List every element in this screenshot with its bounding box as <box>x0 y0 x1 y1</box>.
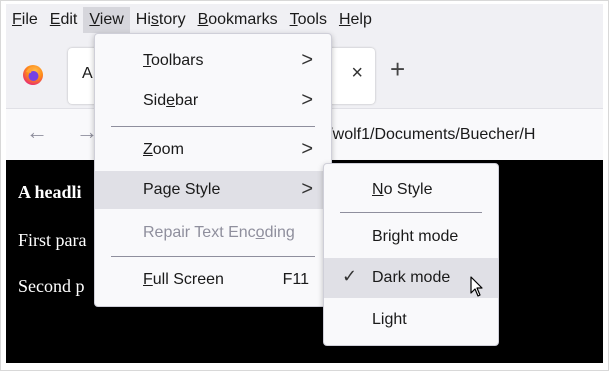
view-menu-dropdown: Toolbars > Sidebar > Zoom > Page Style >… <box>94 33 332 307</box>
menu-separator <box>340 212 482 213</box>
menu-item-no-style[interactable]: No Style <box>324 170 498 210</box>
checkmark-icon: ✓ <box>342 266 358 286</box>
menu-item-toolbars[interactable]: Toolbars > <box>95 42 331 80</box>
menu-file[interactable]: File <box>6 7 44 33</box>
back-arrow-icon[interactable]: ← <box>26 119 48 145</box>
menu-view[interactable]: View <box>83 7 130 33</box>
menu-separator <box>111 126 315 127</box>
menu-bookmarks[interactable]: Bookmarks <box>192 7 284 33</box>
menu-help[interactable]: Help <box>333 7 378 33</box>
chevron-right-icon: > <box>301 89 313 111</box>
menu-separator <box>111 256 315 257</box>
menu-history[interactable]: History <box>130 7 192 33</box>
menu-edit[interactable]: Edit <box>44 7 84 33</box>
chevron-right-icon: > <box>301 138 313 160</box>
menu-tools[interactable]: Tools <box>284 7 333 33</box>
menu-item-page-style[interactable]: Page Style > <box>95 171 331 209</box>
tab-title: A <box>82 65 93 82</box>
menu-bar: File Edit View History Bookmarks Tools H… <box>6 4 603 36</box>
paragraph-second: Second p <box>18 276 85 296</box>
menu-item-repair-text-encoding: Repair Text Encoding <box>143 224 295 241</box>
menu-item-full-screen[interactable]: Full Screen F11 <box>95 261 331 299</box>
menu-item-light[interactable]: Light <box>324 300 498 340</box>
url-bar[interactable]: ers/wolf1/Documents/Buecher/H <box>306 119 603 151</box>
new-tab-plus-icon[interactable]: + <box>390 54 405 85</box>
menu-item-zoom[interactable]: Zoom > <box>95 131 331 169</box>
chevron-right-icon: > <box>301 49 313 71</box>
chevron-right-icon: > <box>301 178 313 200</box>
page-style-submenu: No Style Bright mode ✓ Dark mode Light <box>323 163 499 346</box>
menu-item-bright-mode[interactable]: Bright mode <box>324 217 498 257</box>
page-heading: A headli <box>18 182 82 202</box>
mouse-pointer-icon <box>470 276 483 297</box>
firefox-logo-icon[interactable] <box>22 64 44 86</box>
menu-item-sidebar[interactable]: Sidebar > <box>95 82 331 120</box>
close-tab-icon[interactable]: × <box>351 62 363 85</box>
shortcut-label: F11 <box>282 271 309 288</box>
paragraph-first: First para <box>18 230 87 250</box>
